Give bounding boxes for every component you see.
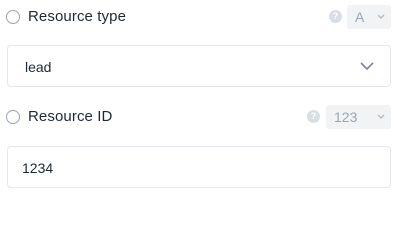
chevron-down-icon [377, 114, 385, 119]
resource-id-header: Resource ID ? 123 [0, 100, 400, 134]
resource-type-value: lead [25, 59, 52, 75]
chevron-down-icon [377, 14, 385, 19]
resource-id-input[interactable]: 1234 [7, 146, 391, 188]
resource-type-header: Resource type ? A [0, 0, 400, 34]
resource-type-help-icon[interactable]: ? [329, 10, 342, 23]
resource-id-value: 1234 [22, 160, 54, 176]
resource-type-radio[interactable] [6, 10, 20, 24]
resource-id-help-icon[interactable]: ? [307, 110, 320, 123]
resource-type-select[interactable]: lead [7, 45, 391, 87]
resource-id-label: Resource ID [28, 108, 113, 125]
resource-type-label: Resource type [28, 8, 127, 25]
resource-id-radio[interactable] [6, 110, 20, 124]
resource-id-type-toggle-label: 123 [334, 109, 358, 125]
chevron-down-icon [360, 62, 374, 71]
resource-type-type-toggle[interactable]: A [347, 5, 391, 29]
resource-type-type-toggle-label: A [355, 9, 365, 25]
resource-id-type-toggle[interactable]: 123 [326, 105, 391, 129]
